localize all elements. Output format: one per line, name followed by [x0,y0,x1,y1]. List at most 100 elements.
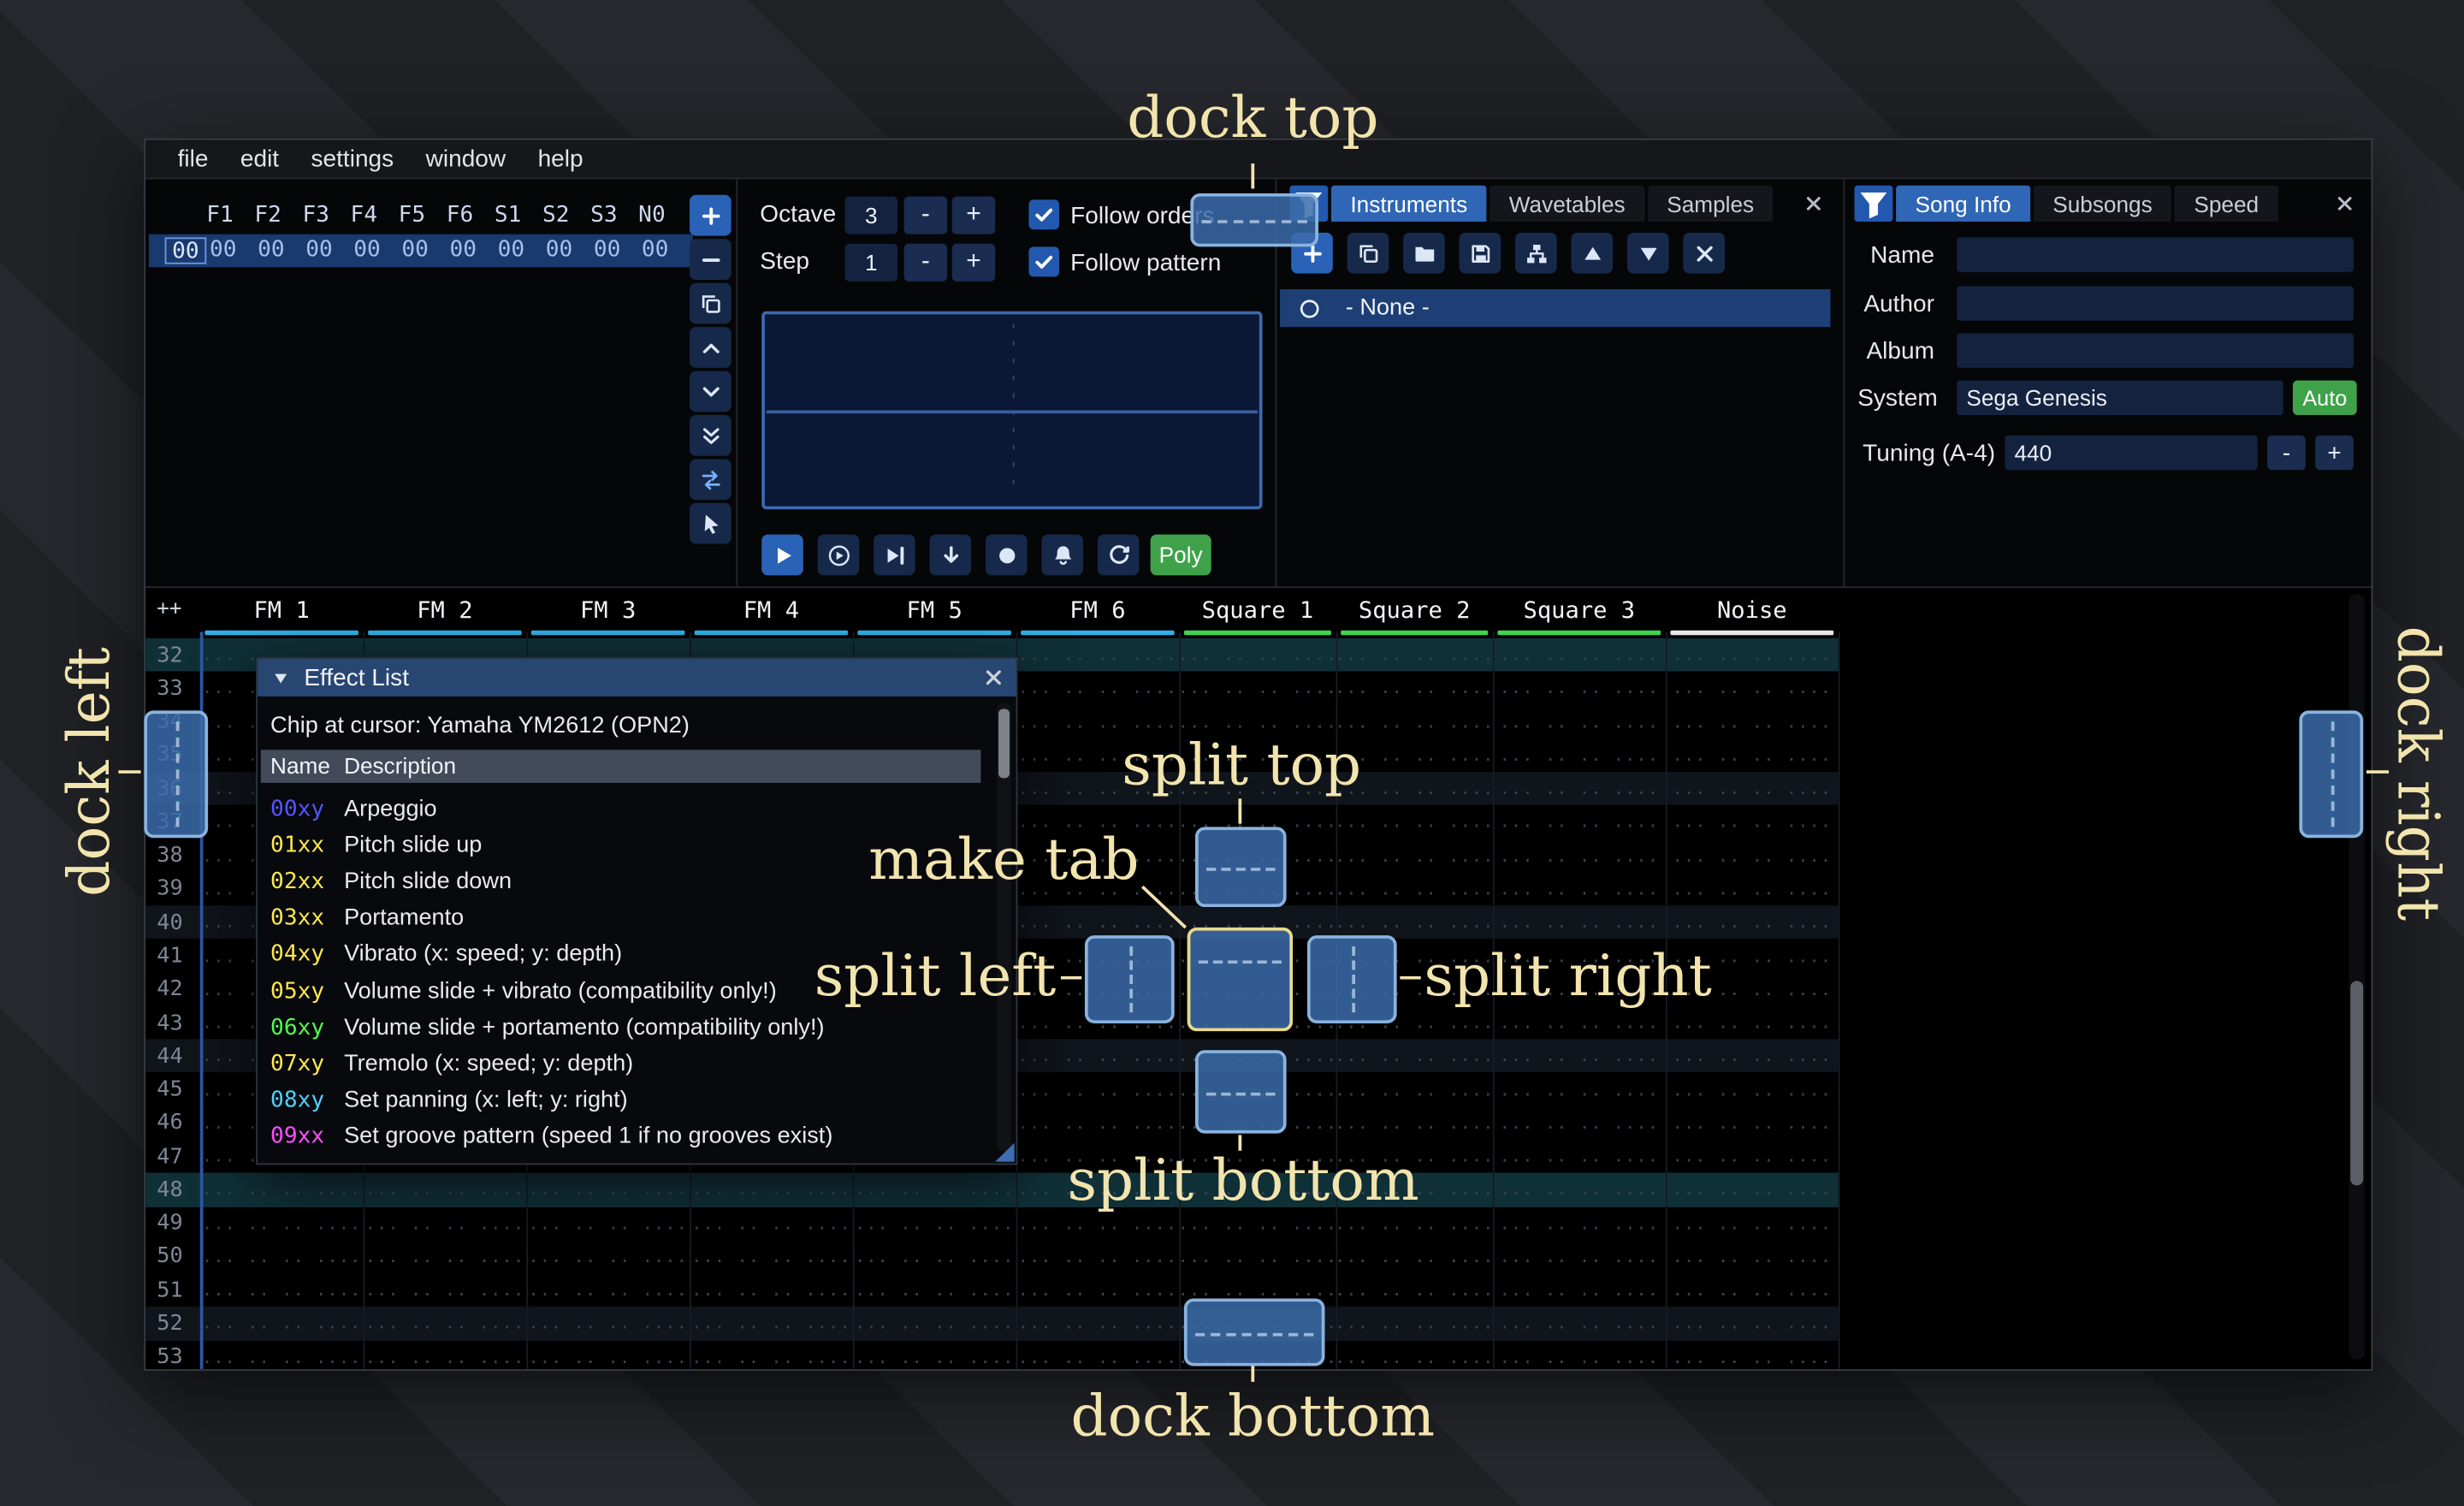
effect-row[interactable]: 07xyTremolo (x: speed; y: depth) [261,1046,991,1082]
order-cell[interactable]: 00 [546,237,594,262]
pattern-cell[interactable]: ... .. .. .... [1493,839,1666,872]
order-cell[interactable]: 00 [401,237,449,262]
pattern-row-51[interactable]: 51... .. .. ....... .. .. ....... .. .. … [145,1273,1839,1307]
instruments-tab-instruments[interactable]: Instruments [1331,186,1487,222]
pattern-cell[interactable]: ... .. .. .... [690,1207,853,1240]
split-target-top[interactable] [1195,827,1287,907]
order-row[interactable]: 00 00000000000000000000 [149,234,693,268]
pattern-cell[interactable]: ... .. .. .... [1493,1140,1666,1173]
pattern-cell[interactable]: ... .. .. .... [1666,638,1839,672]
collapse-icon[interactable] [272,669,290,686]
split-target-right[interactable] [1307,935,1397,1023]
pattern-cell[interactable]: ... .. .. .... [200,1240,364,1273]
effect-row[interactable]: 06xyVolume slide + portamento (compatibi… [261,1010,991,1046]
order-cell[interactable]: 00 [594,237,642,262]
channel-header[interactable]: FM 3 [526,599,690,627]
album-input[interactable] [1957,333,2354,367]
pattern-cell[interactable]: ... .. .. .... [1016,1273,1180,1307]
dock-target-right[interactable] [2299,710,2363,838]
pattern-cell[interactable]: ... .. .. .... [526,1240,690,1273]
pattern-cell[interactable]: ... .. .. .... [1016,1073,1180,1106]
channel-header[interactable]: Square 1 [1179,599,1336,627]
pattern-cell[interactable]: ... .. .. .... [1493,1006,1666,1040]
pattern-cell[interactable]: ... .. .. .... [1666,672,1839,705]
pattern-cell[interactable]: ... .. .. .... [1493,672,1666,705]
pattern-cell[interactable]: ... .. .. .... [1493,905,1666,939]
menu-settings[interactable]: settings [295,145,410,172]
pattern-cell[interactable]: ... .. .. .... [1336,1340,1493,1369]
move-to-bottom-button[interactable] [690,415,732,456]
name-input[interactable] [1957,237,2354,271]
pattern-cell[interactable]: ... .. .. .... [1666,738,1839,772]
play-button[interactable] [761,535,803,576]
order-index[interactable]: 00 [165,237,207,264]
order-cell[interactable]: 00 [498,237,546,262]
pattern-cell[interactable]: ... .. .. .... [526,1173,690,1207]
pattern-cell[interactable]: ... .. .. .... [1493,1073,1666,1106]
pattern-cell[interactable]: ... .. .. .... [364,1340,527,1369]
pattern-cell[interactable]: ... .. .. .... [690,1307,853,1340]
step-value[interactable]: 1 [844,244,897,282]
effect-row[interactable]: 03xxPortamento [261,900,991,937]
pattern-cell[interactable]: ... .. .. .... [200,1173,364,1207]
pattern-cell[interactable]: ... .. .. .... [1666,1273,1839,1307]
pattern-cell[interactable]: ... .. .. .... [1493,1040,1666,1073]
scrollbar-thumb[interactable] [2350,981,2363,1185]
up-button[interactable] [1571,233,1613,274]
system-auto-button[interactable]: Auto [2293,381,2357,415]
record-button[interactable] [986,535,1028,576]
pattern-cell[interactable]: ... .. .. .... [1493,872,1666,905]
tuning-input[interactable]: 440 [2005,436,2257,470]
play-from-cursor-button[interactable] [874,535,915,576]
down-button[interactable] [1627,233,1669,274]
channel-header[interactable]: FM 1 [200,599,364,627]
pattern-cell[interactable]: ... .. .. .... [1493,638,1666,672]
pattern-cell[interactable]: ... .. .. .... [364,1307,527,1340]
pattern-cell[interactable]: ... .. .. .... [1336,839,1493,872]
follow-orders-checkbox[interactable] [1028,199,1059,229]
tuning-increase-button[interactable]: + [2315,436,2354,470]
pattern-corner-button[interactable]: ++ [157,597,181,621]
pattern-cell[interactable]: ... .. .. .... [1493,1273,1666,1307]
channel-header[interactable]: Square 2 [1336,599,1493,627]
songinfo-tab-song-info[interactable]: Song Info [1896,186,2030,222]
system-input[interactable]: Sega Genesis [1957,381,2283,415]
pattern-cell[interactable]: ... .. .. .... [853,1207,1016,1240]
effect-row[interactable]: 09xxSet groove pattern (speed 1 if no gr… [261,1118,991,1155]
pattern-cell[interactable]: ... .. .. .... [1493,1307,1666,1340]
pattern-row-48[interactable]: 48... .. .. ....... .. .. ....... .. .. … [145,1173,1839,1207]
pattern-cell[interactable]: ... .. .. .... [1493,805,1666,839]
pattern-cell[interactable]: ... .. .. .... [1336,1106,1493,1140]
pattern-cell[interactable]: ... .. .. .... [853,1340,1016,1369]
pattern-cell[interactable]: ... .. .. .... [1336,638,1493,672]
pattern-cell[interactable]: ... .. .. .... [526,1207,690,1240]
order-cell[interactable]: 00 [258,237,305,262]
pattern-cell[interactable]: ... .. .. .... [526,1273,690,1307]
pattern-cell[interactable]: ... .. .. .... [364,1240,527,1273]
pattern-cell[interactable]: ... .. .. .... [1179,638,1336,672]
channel-header[interactable]: FM 5 [853,599,1016,627]
pattern-cell[interactable]: ... .. .. .... [364,1173,527,1207]
pattern-cell[interactable]: ... .. .. .... [1336,1240,1493,1273]
swap-button[interactable] [690,459,732,500]
dock-target-top[interactable] [1190,193,1318,246]
pattern-cell[interactable]: ... .. .. .... [364,1207,527,1240]
pattern-cell[interactable]: ... .. .. .... [1016,1040,1180,1073]
pattern-cell[interactable]: ... .. .. .... [1016,1340,1180,1369]
organize-button[interactable] [1515,233,1557,274]
pattern-cell[interactable]: ... .. .. .... [1493,1240,1666,1273]
channel-header[interactable]: Square 3 [1493,599,1666,627]
instruments-tab-wavetables[interactable]: Wavetables [1490,186,1644,222]
channel-header[interactable]: FM 4 [690,599,853,627]
pattern-cell[interactable]: ... .. .. .... [690,1273,853,1307]
octave-decrease-button[interactable]: - [904,197,947,234]
pattern-cell[interactable]: ... .. .. .... [1666,772,1839,805]
pattern-row-50[interactable]: 50... .. .. ....... .. .. ....... .. .. … [145,1240,1839,1273]
follow-pattern-checkbox[interactable] [1028,246,1059,276]
pattern-cell[interactable]: ... .. .. .... [1336,805,1493,839]
pattern-cell[interactable]: ... .. .. .... [690,1173,853,1207]
cursor-button[interactable] [690,503,732,544]
pattern-cell[interactable]: ... .. .. .... [1336,1073,1493,1106]
pattern-cell[interactable]: ... .. .. .... [853,1173,1016,1207]
menu-file[interactable]: file [162,145,224,172]
